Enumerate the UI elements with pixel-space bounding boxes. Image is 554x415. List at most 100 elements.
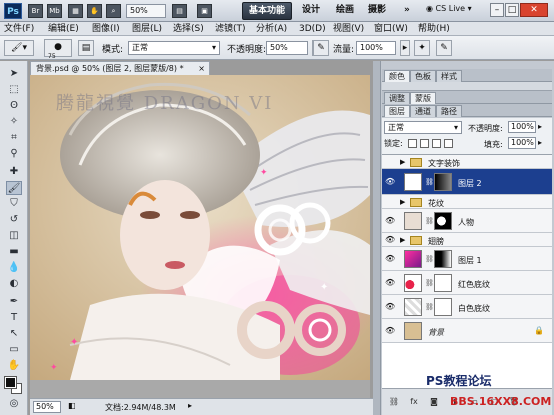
close-document-icon[interactable]: × <box>198 62 205 75</box>
layer-row-pattern[interactable]: ▶ 花纹 <box>382 195 552 209</box>
type-tool-icon[interactable]: T <box>6 311 22 325</box>
clone-stamp-tool-icon[interactable]: ⛉ <box>6 197 22 211</box>
layer-mask-thumbnail[interactable] <box>434 298 452 316</box>
workspace-design-button[interactable]: 设计 <box>296 2 326 20</box>
hand-tool-icon[interactable]: ✋ <box>6 359 22 373</box>
shape-tool-icon[interactable]: ▭ <box>6 343 22 357</box>
view-extras-icon[interactable]: ▦ <box>68 4 83 18</box>
workspace-more-button[interactable]: » <box>398 2 416 20</box>
opacity-slider-toggle[interactable]: ▸ <box>538 122 542 131</box>
tab-adjustments[interactable]: 调整 <box>384 92 410 104</box>
move-tool-icon[interactable]: ➤ <box>6 67 22 81</box>
artwork-canvas[interactable]: ✦ ✦ ✦ ✦ 腾龍視覺 DRAGON VI <box>30 75 370 380</box>
tab-paths[interactable]: 路径 <box>436 105 462 117</box>
fill-field[interactable]: 100% <box>508 137 536 149</box>
menu-3d[interactable]: 3D(D) <box>299 23 326 35</box>
hand-zoom-icon[interactable]: ✋ <box>87 4 102 18</box>
menu-image[interactable]: 图像(I) <box>92 23 120 35</box>
menu-select[interactable]: 选择(S) <box>173 23 204 35</box>
visibility-toggle-icon[interactable] <box>385 197 395 207</box>
blend-mode-select[interactable]: 正常 ▾ <box>384 121 462 134</box>
layer-thumbnail[interactable] <box>404 298 422 316</box>
tab-channels[interactable]: 通道 <box>410 105 436 117</box>
tab-masks[interactable]: 蒙版 <box>410 92 436 104</box>
link-icon[interactable]: ⛓ <box>425 279 434 287</box>
mode-select[interactable]: 正常 ▾ <box>128 41 220 55</box>
marquee-tool-icon[interactable]: ⬚ <box>6 83 22 97</box>
eye-icon[interactable]: 👁 <box>385 254 395 264</box>
blur-tool-icon[interactable]: 💧 <box>6 261 22 275</box>
menu-file[interactable]: 文件(F) <box>4 23 34 35</box>
tab-color[interactable]: 颜色 <box>384 70 410 82</box>
quick-select-tool-icon[interactable]: ✧ <box>6 115 22 129</box>
close-window-button[interactable]: ✕ <box>520 3 548 17</box>
lock-transparent-icon[interactable] <box>408 139 417 148</box>
maximize-button[interactable]: □ <box>505 3 519 17</box>
tab-styles[interactable]: 样式 <box>436 70 462 82</box>
crop-tool-icon[interactable]: ⌗ <box>6 131 22 145</box>
menu-help[interactable]: 帮助(H) <box>418 23 450 35</box>
lock-position-icon[interactable] <box>432 139 441 148</box>
menu-analysis[interactable]: 分析(A) <box>256 23 287 35</box>
bridge-icon[interactable]: Br <box>28 4 43 18</box>
pen-tool-icon[interactable]: ✒ <box>6 295 22 309</box>
tablet-size-icon[interactable]: ✎ <box>436 40 452 56</box>
eye-icon[interactable]: 👁 <box>385 278 395 288</box>
layer-row-figure[interactable]: 👁 ⛓ 人物 <box>382 209 552 233</box>
layer-row-layer-1[interactable]: 👁 ⛓ 图层 1 <box>382 247 552 271</box>
lock-all-icon[interactable] <box>444 139 453 148</box>
add-mask-icon[interactable]: ◙ <box>428 396 440 408</box>
brush-preset-picker[interactable]: ● 75 <box>44 39 72 60</box>
layer-row-white-texture[interactable]: 👁 ⛓ 白色底纹 <box>382 295 552 319</box>
link-layers-icon[interactable]: ⛓ <box>388 396 400 408</box>
brush-tool-icon[interactable]: 🖌 <box>6 181 22 195</box>
cs-live-button[interactable]: ◉ CS Live ▾ <box>426 4 472 18</box>
minibridge-icon[interactable]: Mb <box>47 4 62 18</box>
eye-icon[interactable]: 👁 <box>385 302 395 312</box>
workspace-photography-button[interactable]: 摄影 <box>362 2 392 20</box>
arrange-documents-icon[interactable]: ▤ <box>172 4 187 18</box>
screen-mode-icon[interactable]: ▣ <box>197 4 212 18</box>
workspace-essentials-button[interactable]: 基本功能 <box>242 2 293 20</box>
canvas-area[interactable]: ✦ ✦ ✦ ✦ 腾龍視覺 DRAGON VI <box>30 75 370 398</box>
lasso-tool-icon[interactable]: ʘ <box>6 99 22 113</box>
dodge-tool-icon[interactable]: ◐ <box>6 277 22 291</box>
layer-row-text-decoration[interactable]: ▶ 文字装饰 <box>382 155 552 169</box>
brush-panel-icon[interactable]: ▤ <box>78 40 94 56</box>
lock-image-icon[interactable] <box>420 139 429 148</box>
zoom-level-field[interactable]: 50% <box>126 4 166 18</box>
healing-brush-tool-icon[interactable]: ✚ <box>6 165 22 179</box>
layer-mask-thumbnail[interactable] <box>434 173 452 191</box>
tool-preset-picker[interactable]: 🖌▾ <box>4 40 34 56</box>
layer-thumbnail[interactable] <box>404 322 422 340</box>
foreground-color-swatch[interactable] <box>4 376 17 389</box>
expand-arrow-icon[interactable]: ▶ <box>400 158 405 166</box>
menu-edit[interactable]: 编辑(E) <box>48 23 79 35</box>
layer-mask-thumbnail[interactable] <box>434 274 452 292</box>
link-icon[interactable]: ⛓ <box>425 178 434 186</box>
opacity-field[interactable]: 50% <box>266 41 308 55</box>
layer-mask-thumbnail[interactable] <box>434 212 452 230</box>
fill-slider-toggle[interactable]: ▸ <box>538 138 542 147</box>
history-brush-tool-icon[interactable]: ↺ <box>6 213 22 227</box>
visibility-toggle-icon[interactable] <box>385 157 395 167</box>
status-menu-icon[interactable]: ▸ <box>188 401 192 410</box>
menu-filter[interactable]: 滤镜(T) <box>215 23 246 35</box>
menu-layer[interactable]: 图层(L) <box>132 23 162 35</box>
status-zoom-field[interactable]: 50% <box>33 401 61 413</box>
menu-window[interactable]: 窗口(W) <box>374 23 408 35</box>
link-icon[interactable]: ⛓ <box>425 255 434 263</box>
layer-row-wings[interactable]: 👁 ▶ 翅膀 <box>382 233 552 247</box>
path-selection-tool-icon[interactable]: ↖ <box>6 327 22 341</box>
layer-row-layer-2[interactable]: 👁 ⛓ 图层 2 <box>382 169 552 195</box>
link-icon[interactable]: ⛓ <box>425 303 434 311</box>
layer-thumbnail[interactable] <box>404 274 422 292</box>
eye-icon[interactable]: 👁 <box>385 235 395 245</box>
expand-arrow-icon[interactable]: ▶ <box>400 198 405 206</box>
eraser-tool-icon[interactable]: ◫ <box>6 229 22 243</box>
link-icon[interactable]: ⛓ <box>425 217 434 225</box>
layer-thumbnail[interactable] <box>404 173 422 191</box>
workspace-painting-button[interactable]: 绘画 <box>330 2 360 20</box>
document-tab[interactable]: 背景.psd @ 50% (图层 2, 图层蒙版/8) * × <box>30 61 210 75</box>
layer-opacity-field[interactable]: 100% <box>508 121 536 133</box>
